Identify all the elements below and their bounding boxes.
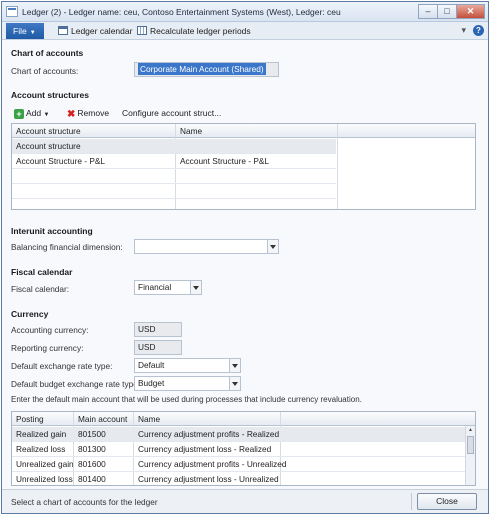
chevron-down-icon[interactable] xyxy=(267,240,278,253)
remove-icon: ✖ xyxy=(67,109,76,120)
fiscal-calendar-select[interactable]: Financial xyxy=(134,280,202,295)
exchange-rate-type-value: Default xyxy=(138,360,165,370)
window-title: Ledger (2) - Ledger name: ceu, Contoso E… xyxy=(22,7,341,17)
grid-scrollbar[interactable]: ▲ xyxy=(465,426,475,485)
pin-icon[interactable]: ▾ xyxy=(461,25,466,36)
currency-heading: Currency xyxy=(11,309,49,319)
exchange-rate-type-select[interactable]: Default xyxy=(134,358,241,373)
revaluation-accounts-grid: Posting Main account Name Realized gain … xyxy=(11,411,476,486)
chevron-down-icon[interactable] xyxy=(229,359,240,372)
minimize-button[interactable]: – xyxy=(418,4,437,19)
maximize-button[interactable]: □ xyxy=(437,4,456,19)
title-bar: Ledger (2) - Ledger name: ceu, Contoso E… xyxy=(2,2,488,22)
help-icon[interactable]: ? xyxy=(473,25,484,36)
table-cell[interactable]: Currency adjustment loss - Unrealized xyxy=(134,472,294,485)
column-header-name[interactable]: Name xyxy=(134,412,334,426)
reporting-currency-label: Reporting currency: xyxy=(11,343,84,353)
scroll-up-icon[interactable]: ▲ xyxy=(466,426,475,435)
chevron-down-icon: ▼ xyxy=(43,112,50,118)
table-cell[interactable]: 801500 xyxy=(74,427,133,441)
recalculate-label: Recalculate ledger periods xyxy=(150,26,251,36)
row-divider xyxy=(12,198,336,199)
column-header-main-account[interactable]: Main account xyxy=(74,412,134,426)
calendar-icon xyxy=(58,26,68,35)
table-cell[interactable]: Unrealized loss xyxy=(12,472,73,485)
budget-exchange-rate-type-label: Default budget exchange rate type: xyxy=(11,379,141,389)
action-pane: File ▼ Ledger calendar Recalculate ledger… xyxy=(2,22,488,40)
row-divider xyxy=(12,183,336,184)
table-cell[interactable]: Unrealized gain xyxy=(12,457,73,471)
column-header-account-structure[interactable]: Account structure xyxy=(12,124,175,138)
balancing-dimension-label: Balancing financial dimension: xyxy=(11,242,123,252)
column-divider xyxy=(337,124,338,209)
balancing-dimension-select[interactable] xyxy=(134,239,279,254)
table-cell[interactable]: Account Structure - P&L xyxy=(176,154,336,168)
app-icon xyxy=(6,6,18,17)
table-cell[interactable]: Account structure xyxy=(12,139,175,153)
budget-exchange-rate-type-select[interactable]: Budget xyxy=(134,376,241,391)
chevron-down-icon: ▼ xyxy=(29,30,36,36)
fiscal-calendar-value: Financial xyxy=(138,282,172,292)
account-structures-heading: Account structures xyxy=(11,90,89,100)
close-button[interactable]: Close xyxy=(417,493,477,510)
fiscal-calendar-heading: Fiscal calendar xyxy=(11,267,73,277)
add-icon: + xyxy=(14,109,24,119)
chart-of-accounts-heading: Chart of accounts xyxy=(11,48,84,58)
table-cell[interactable]: Currency adjustment profits - Realized xyxy=(134,427,294,441)
add-label: Add xyxy=(26,108,42,118)
budget-exchange-rate-type-value: Budget xyxy=(138,378,165,388)
status-message: Select a chart of accounts for the ledge… xyxy=(11,497,158,507)
chart-of-accounts-field[interactable]: Corporate Main Account (Shared) xyxy=(134,62,279,77)
chevron-down-icon[interactable] xyxy=(229,377,240,390)
remove-button[interactable]: ✖ Remove xyxy=(67,108,109,120)
table-cell[interactable]: Realized gain xyxy=(12,427,73,441)
table-cell[interactable]: 801400 xyxy=(74,472,133,485)
interunit-accounting-heading: Interunit accounting xyxy=(11,226,93,236)
accounting-currency-field: USD xyxy=(134,322,182,337)
table-cell[interactable]: 801300 xyxy=(74,442,133,456)
chart-of-accounts-label: Chart of accounts: xyxy=(11,66,79,76)
recalculate-ledger-periods-button[interactable]: Recalculate ledger periods xyxy=(137,25,251,37)
account-structures-grid: Account structure Name Account structure… xyxy=(11,123,476,210)
scrollbar-thumb[interactable] xyxy=(467,436,474,454)
revaluation-instruction: Enter the default main account that will… xyxy=(11,395,362,404)
reporting-currency-field: USD xyxy=(134,340,182,355)
ledger-calendar-label: Ledger calendar xyxy=(71,26,133,36)
table-cell[interactable]: Realized loss xyxy=(12,442,73,456)
form-content: Chart of accounts Chart of accounts: Cor… xyxy=(2,40,488,489)
configure-account-structure-button[interactable]: Configure account struct... xyxy=(122,108,221,118)
file-menu-label: File xyxy=(13,26,27,36)
close-window-button[interactable]: ✕ xyxy=(456,4,485,19)
fiscal-calendar-label: Fiscal calendar: xyxy=(11,284,70,294)
ledger-calendar-button[interactable]: Ledger calendar xyxy=(58,25,132,37)
accounting-currency-label: Accounting currency: xyxy=(11,325,89,335)
table-cell[interactable]: Account Structure - P&L xyxy=(12,154,175,168)
exchange-rate-type-label: Default exchange rate type: xyxy=(11,361,113,371)
row-divider xyxy=(12,168,336,169)
status-divider xyxy=(411,493,412,510)
window-controls: – □ ✕ xyxy=(418,4,485,19)
recalculate-icon xyxy=(137,26,147,35)
account-structures-toolbar: + Add ▼ ✖ Remove Configure account struct.… xyxy=(11,106,476,122)
ledger-window: Ledger (2) - Ledger name: ceu, Contoso E… xyxy=(1,1,489,514)
remove-label: Remove xyxy=(77,108,110,118)
add-button[interactable]: + Add ▼ xyxy=(14,108,49,119)
chevron-down-icon[interactable] xyxy=(190,281,201,294)
file-menu-button[interactable]: File ▼ xyxy=(6,23,44,39)
table-cell[interactable]: 801600 xyxy=(74,457,133,471)
table-cell[interactable]: Currency adjustment profits - Unrealized xyxy=(134,457,294,471)
status-bar: Select a chart of accounts for the ledge… xyxy=(2,489,488,513)
column-header-posting[interactable]: Posting xyxy=(12,412,74,426)
chart-of-accounts-value: Corporate Main Account (Shared) xyxy=(138,63,266,75)
table-cell[interactable]: Currency adjustment loss - Realized xyxy=(134,442,294,456)
column-header-name[interactable]: Name xyxy=(176,124,336,138)
